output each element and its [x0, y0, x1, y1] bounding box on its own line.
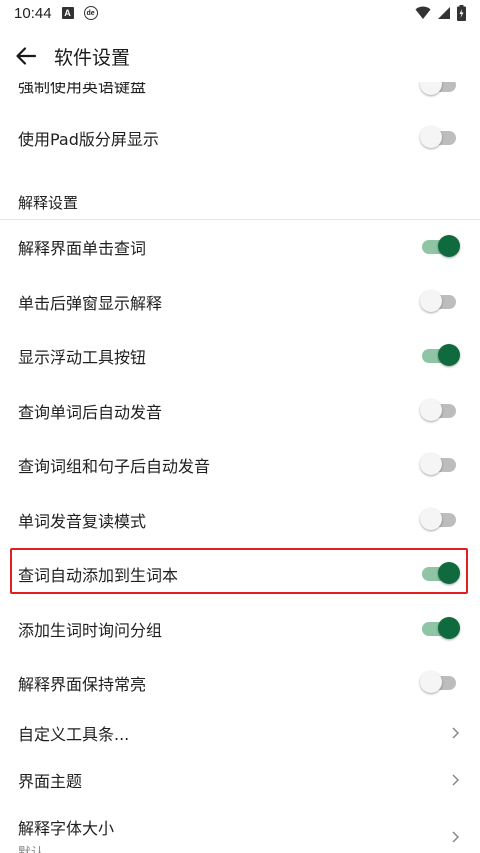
toggle-thumb: [420, 508, 442, 530]
toggle-thumb: [438, 562, 460, 584]
setting-label: 添加生词时询问分组: [18, 621, 163, 640]
setting-custom-toolbar[interactable]: 自定义工具条...: [0, 710, 480, 756]
chevron-right-icon: [452, 774, 460, 786]
toggle-thumb: [420, 290, 442, 312]
toggle-switch[interactable]: [422, 617, 460, 641]
section-header: 解释设置: [18, 194, 79, 212]
setting-font-size[interactable]: 解释字体大小: [0, 812, 480, 843]
setting-label: 查询词组和句子后自动发音: [18, 457, 211, 476]
setting-auto-pronounce-phrase[interactable]: 查询词组和句子后自动发音: [0, 442, 480, 488]
setting-tap-lookup[interactable]: 解释界面单击查词: [0, 224, 480, 270]
setting-repeat-pronounce[interactable]: 单词发音复读模式: [0, 497, 480, 543]
toggle-thumb: [420, 126, 442, 148]
app-bar: 软件设置: [0, 30, 480, 82]
setting-label: 解释界面保持常亮: [18, 675, 147, 694]
back-button[interactable]: [2, 32, 50, 80]
setting-auto-add-vocab[interactable]: 查词自动添加到生词本: [0, 551, 480, 597]
setting-label: 自定义工具条...: [18, 725, 130, 744]
setting-label: 强制使用英语键盘: [18, 82, 147, 96]
setting-pad-split-screen[interactable]: 使用Pad版分屏显示: [0, 115, 480, 161]
setting-label: 解释字体大小: [18, 819, 115, 838]
divider: [0, 219, 480, 220]
toggle-switch[interactable]: [422, 562, 460, 586]
toggle-thumb: [420, 399, 442, 421]
toggle-switch[interactable]: [420, 290, 458, 314]
notification-de-icon: de: [83, 6, 98, 20]
toggle-switch[interactable]: [420, 126, 458, 150]
setting-keep-screen-on[interactable]: 解释界面保持常亮: [0, 660, 480, 706]
toggle-switch[interactable]: [420, 399, 458, 423]
wifi-icon: [415, 6, 431, 19]
setting-label: 单词发音复读模式: [18, 512, 147, 531]
setting-floating-tool-button[interactable]: 显示浮动工具按钮: [0, 333, 480, 379]
toggle-switch[interactable]: [420, 453, 458, 477]
setting-force-english-keyboard[interactable]: 强制使用英语键盘: [0, 82, 480, 100]
toggle-switch[interactable]: [422, 344, 460, 368]
toggle-thumb: [438, 617, 460, 639]
setting-auto-pronounce-word[interactable]: 查询单词后自动发音: [0, 388, 480, 434]
toggle-thumb: [438, 344, 460, 366]
setting-ui-theme[interactable]: 界面主题: [0, 757, 480, 803]
status-time: 10:44: [14, 4, 52, 22]
chevron-right-icon: [452, 831, 460, 843]
toggle-switch[interactable]: [420, 508, 458, 532]
toggle-switch[interactable]: [422, 235, 460, 259]
chevron-right-icon: [452, 727, 460, 739]
setting-label: 界面主题: [18, 772, 83, 791]
setting-popup-explanation[interactable]: 单击后弹窗显示解释: [0, 279, 480, 325]
setting-label: 显示浮动工具按钮: [18, 348, 147, 367]
notification-a-icon: A: [61, 7, 74, 19]
toggle-switch[interactable]: [420, 671, 458, 695]
toggle-thumb: [420, 671, 442, 693]
toggle-thumb: [438, 235, 460, 257]
settings-list[interactable]: 强制使用英语键盘 使用Pad版分屏显示 解释设置 解释界面单击查词 单击后弹窗显…: [0, 82, 480, 853]
page-title: 软件设置: [54, 46, 131, 69]
setting-label: 查词自动添加到生词本: [18, 566, 179, 585]
setting-label: 单击后弹窗显示解释: [18, 294, 163, 313]
status-bar: 10:44 A de: [0, 0, 480, 26]
toggle-switch[interactable]: [420, 82, 458, 97]
signal-icon: [438, 7, 450, 19]
battery-icon: [457, 5, 466, 21]
setting-label: 解释界面单击查词: [18, 239, 147, 258]
setting-ask-vocab-group[interactable]: 添加生词时询问分组: [0, 606, 480, 652]
arrow-left-icon: [16, 47, 37, 65]
toggle-thumb: [420, 82, 442, 95]
setting-sublabel: 默认: [18, 842, 44, 853]
setting-label: 查询单词后自动发音: [18, 403, 163, 422]
toggle-thumb: [420, 453, 442, 475]
setting-label: 使用Pad版分屏显示: [18, 130, 159, 149]
